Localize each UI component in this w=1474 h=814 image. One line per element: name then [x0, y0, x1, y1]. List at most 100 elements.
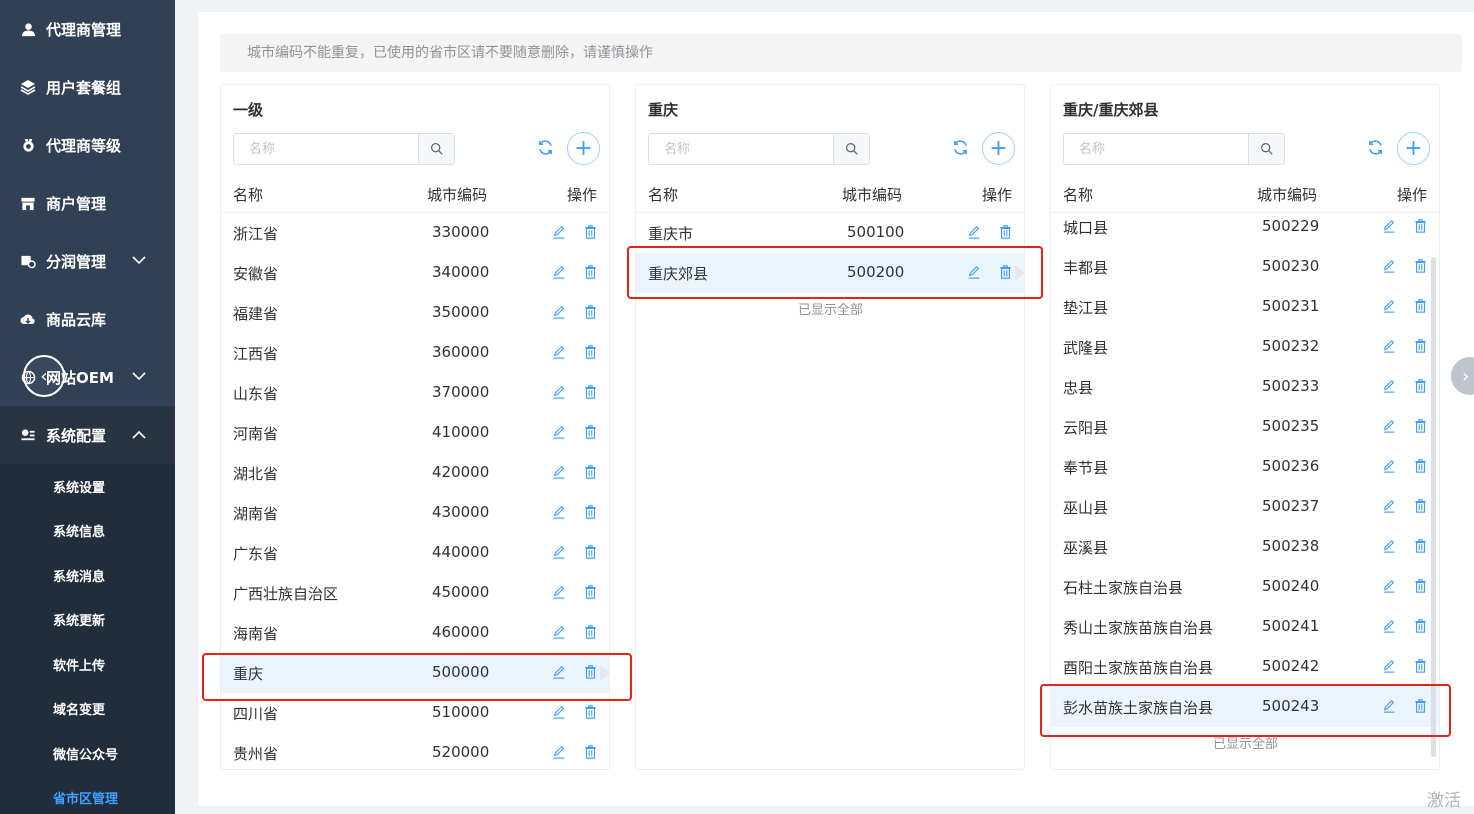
delete-icon[interactable]	[999, 225, 1015, 241]
delete-icon[interactable]	[1414, 659, 1430, 675]
table-row[interactable]: 奉节县 500236	[1051, 447, 1439, 487]
edit-icon[interactable]	[1382, 379, 1398, 395]
table-row[interactable]: 浙江省 330000	[221, 213, 609, 253]
delete-icon[interactable]	[584, 505, 600, 521]
table-row[interactable]: 贵州省 520000	[221, 733, 609, 769]
table-row[interactable]: 湖北省 420000	[221, 453, 609, 493]
edit-icon[interactable]	[552, 425, 568, 441]
refresh-button[interactable]	[948, 137, 972, 161]
sidebar-item-3[interactable]: 商户管理	[0, 174, 175, 232]
delete-icon[interactable]	[584, 265, 600, 281]
table-row[interactable]: 忠县 500233	[1051, 367, 1439, 407]
delete-icon[interactable]	[584, 305, 600, 321]
delete-icon[interactable]	[584, 345, 600, 361]
table-row[interactable]: 安徽省 340000	[221, 253, 609, 293]
edit-icon[interactable]	[967, 225, 983, 241]
sidebar-item-4[interactable]: 分润管理	[0, 232, 175, 290]
delete-icon[interactable]	[584, 385, 600, 401]
table-row[interactable]: 广西壮族自治区 450000	[221, 573, 609, 613]
table-row[interactable]: 巫山县 500237	[1051, 487, 1439, 527]
edit-icon[interactable]	[1382, 539, 1398, 555]
table-row[interactable]: 巫溪县 500238	[1051, 527, 1439, 567]
delete-icon[interactable]	[584, 705, 600, 721]
add-button[interactable]: +	[982, 132, 1015, 165]
add-button[interactable]: +	[1397, 132, 1430, 165]
search-button[interactable]	[1248, 134, 1284, 164]
search-input[interactable]	[649, 134, 833, 164]
table-row[interactable]: 丰都县 500230	[1051, 247, 1439, 287]
edit-icon[interactable]	[552, 345, 568, 361]
edit-icon[interactable]	[552, 385, 568, 401]
edit-icon[interactable]	[1382, 619, 1398, 635]
sidebar-subitem-7[interactable]: 省市区管理	[0, 776, 175, 814]
table-row[interactable]: 福建省 350000	[221, 293, 609, 333]
edit-icon[interactable]	[1382, 219, 1398, 235]
edit-icon[interactable]	[1382, 579, 1398, 595]
delete-icon[interactable]	[584, 545, 600, 561]
search-input[interactable]	[234, 134, 418, 164]
delete-icon[interactable]	[1414, 259, 1430, 275]
table-row[interactable]: 云阳县 500235	[1051, 407, 1439, 447]
search-button[interactable]	[833, 134, 869, 164]
table-row[interactable]: 河南省 410000	[221, 413, 609, 453]
edit-icon[interactable]	[552, 225, 568, 241]
sidebar-item-7[interactable]: 系统配置	[0, 406, 175, 464]
table-row[interactable]: 海南省 460000	[221, 613, 609, 653]
add-button[interactable]: +	[567, 132, 600, 165]
delete-icon[interactable]	[1414, 579, 1430, 595]
edit-icon[interactable]	[1382, 419, 1398, 435]
sidebar-subitem-5[interactable]: 域名变更	[0, 687, 175, 732]
table-row[interactable]: 湖南省 430000	[221, 493, 609, 533]
edit-icon[interactable]	[552, 545, 568, 561]
table-row[interactable]: 石柱土家族自治县 500240	[1051, 567, 1439, 607]
sidebar-subitem-6[interactable]: 微信公众号	[0, 731, 175, 776]
sidebar-subitem-0[interactable]: 系统设置	[0, 464, 175, 509]
sidebar-item-2[interactable]: 代理商等级	[0, 116, 175, 174]
sidebar-item-1[interactable]: 用户套餐组	[0, 58, 175, 116]
delete-icon[interactable]	[584, 585, 600, 601]
table-row[interactable]: 秀山土家族苗族自治县 500241	[1051, 607, 1439, 647]
edit-icon[interactable]	[552, 705, 568, 721]
sidebar-subitem-1[interactable]: 系统信息	[0, 509, 175, 554]
delete-icon[interactable]	[1414, 379, 1430, 395]
table-row[interactable]: 垫江县 500231	[1051, 287, 1439, 327]
table-row[interactable]: 江西省 360000	[221, 333, 609, 373]
delete-icon[interactable]	[1414, 419, 1430, 435]
delete-icon[interactable]	[1414, 339, 1430, 355]
delete-icon[interactable]	[1414, 619, 1430, 635]
edit-icon[interactable]	[1382, 499, 1398, 515]
edit-icon[interactable]	[552, 265, 568, 281]
search-input[interactable]	[1064, 134, 1248, 164]
delete-icon[interactable]	[1414, 539, 1430, 555]
refresh-button[interactable]	[1363, 137, 1387, 161]
delete-icon[interactable]	[584, 465, 600, 481]
delete-icon[interactable]	[584, 745, 600, 761]
edit-icon[interactable]	[552, 585, 568, 601]
sidebar-subitem-3[interactable]: 系统更新	[0, 598, 175, 643]
delete-icon[interactable]	[1414, 499, 1430, 515]
table-row[interactable]: 山东省 370000	[221, 373, 609, 413]
edit-icon[interactable]	[552, 305, 568, 321]
delete-icon[interactable]	[584, 225, 600, 241]
delete-icon[interactable]	[584, 625, 600, 641]
edit-icon[interactable]	[1382, 459, 1398, 475]
edit-icon[interactable]	[1382, 339, 1398, 355]
collapse-sidebar-button[interactable]: ‹	[23, 355, 65, 397]
edit-icon[interactable]	[552, 625, 568, 641]
table-row[interactable]: 酉阳土家族苗族自治县 500242	[1051, 647, 1439, 687]
edit-icon[interactable]	[552, 465, 568, 481]
delete-icon[interactable]	[584, 425, 600, 441]
sidebar-item-5[interactable]: 商品云库	[0, 290, 175, 348]
table-row[interactable]: 武隆县 500232	[1051, 327, 1439, 367]
search-button[interactable]	[418, 134, 454, 164]
sidebar-item-0[interactable]: 代理商管理	[0, 0, 175, 58]
edit-icon[interactable]	[1382, 259, 1398, 275]
delete-icon[interactable]	[1414, 299, 1430, 315]
sidebar-subitem-4[interactable]: 软件上传	[0, 642, 175, 687]
delete-icon[interactable]	[1414, 219, 1430, 235]
refresh-button[interactable]	[533, 137, 557, 161]
edit-icon[interactable]	[552, 505, 568, 521]
edit-icon[interactable]	[1382, 659, 1398, 675]
edit-icon[interactable]	[552, 745, 568, 761]
sidebar-subitem-2[interactable]: 系统消息	[0, 553, 175, 598]
